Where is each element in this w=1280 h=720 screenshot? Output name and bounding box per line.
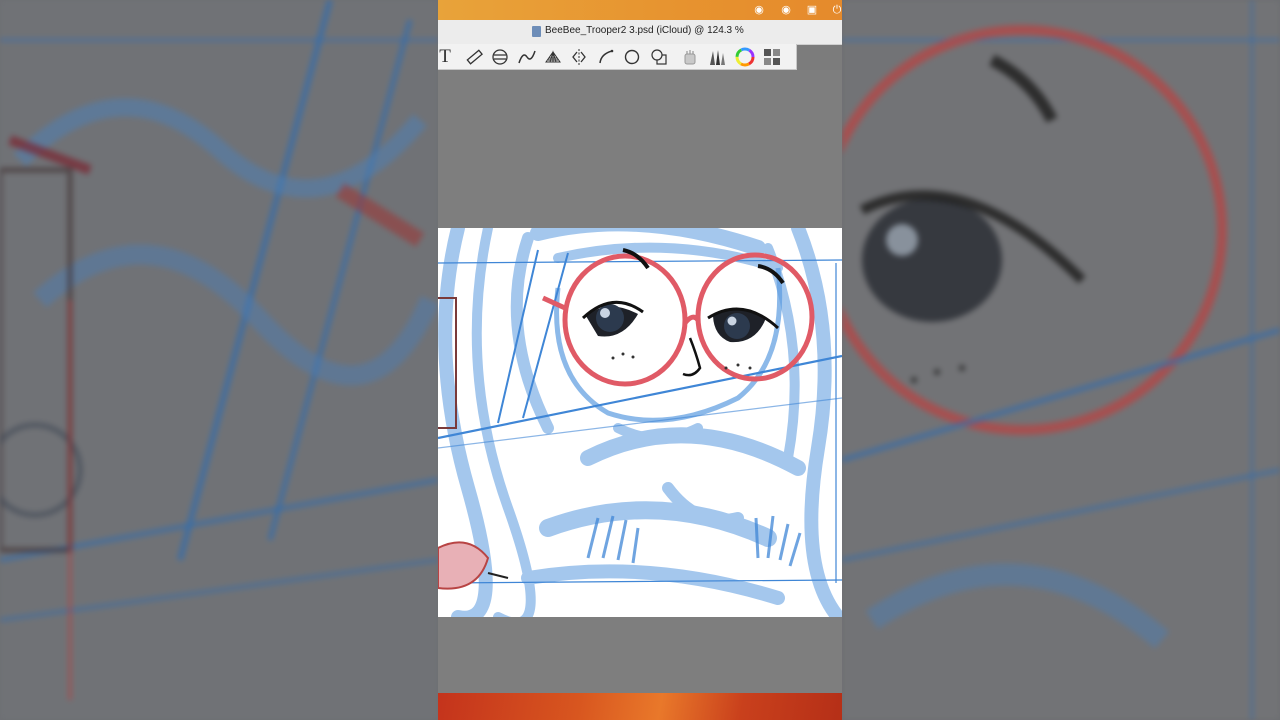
dock-strip <box>438 693 842 720</box>
ellipse-guide-icon[interactable] <box>489 46 511 67</box>
tools-toolbar: T <box>438 44 797 70</box>
record-icon[interactable]: ◉ <box>779 3 793 17</box>
app-window: ◉ ◉ ▣ ⏻ BeeBee_Trooper2 3.psd (iCloud) @… <box>438 0 842 720</box>
color-wheel-icon[interactable] <box>734 46 756 67</box>
text-tool-icon[interactable]: T <box>438 46 456 67</box>
curve-guide-icon[interactable] <box>516 46 538 67</box>
workspace-background-bottom <box>438 617 842 693</box>
french-curve-icon[interactable] <box>595 46 617 67</box>
layers-grid-icon[interactable] <box>761 46 783 67</box>
circle-guide-icon[interactable] <box>621 46 643 67</box>
background-blur-right <box>842 0 1280 720</box>
shape-icon[interactable] <box>648 46 670 67</box>
workspace-background <box>438 70 842 228</box>
symmetry-icon[interactable] <box>568 46 590 67</box>
menu-bar: ◉ ◉ ▣ ⏻ <box>438 0 842 20</box>
title-bar: BeeBee_Trooper2 3.psd (iCloud) @ 124.3 % <box>438 20 842 45</box>
screen-icon[interactable]: ▣ <box>805 3 819 17</box>
perspective-grid-icon[interactable] <box>542 46 564 67</box>
brush-library-icon[interactable] <box>706 46 728 67</box>
power-icon[interactable]: ⏻ <box>830 3 842 17</box>
document-icon <box>532 26 541 37</box>
sketch-artwork <box>438 228 842 617</box>
window-title: BeeBee_Trooper2 3.psd (iCloud) @ 124.3 % <box>545 25 744 36</box>
text-tool-label: T <box>439 46 451 67</box>
drawing-canvas[interactable] <box>438 228 842 617</box>
creative-cloud-icon[interactable]: ◉ <box>752 3 766 17</box>
hand-tool-icon[interactable] <box>679 46 701 67</box>
ruler-tool-icon[interactable] <box>463 46 485 67</box>
background-blur-left <box>0 0 438 720</box>
